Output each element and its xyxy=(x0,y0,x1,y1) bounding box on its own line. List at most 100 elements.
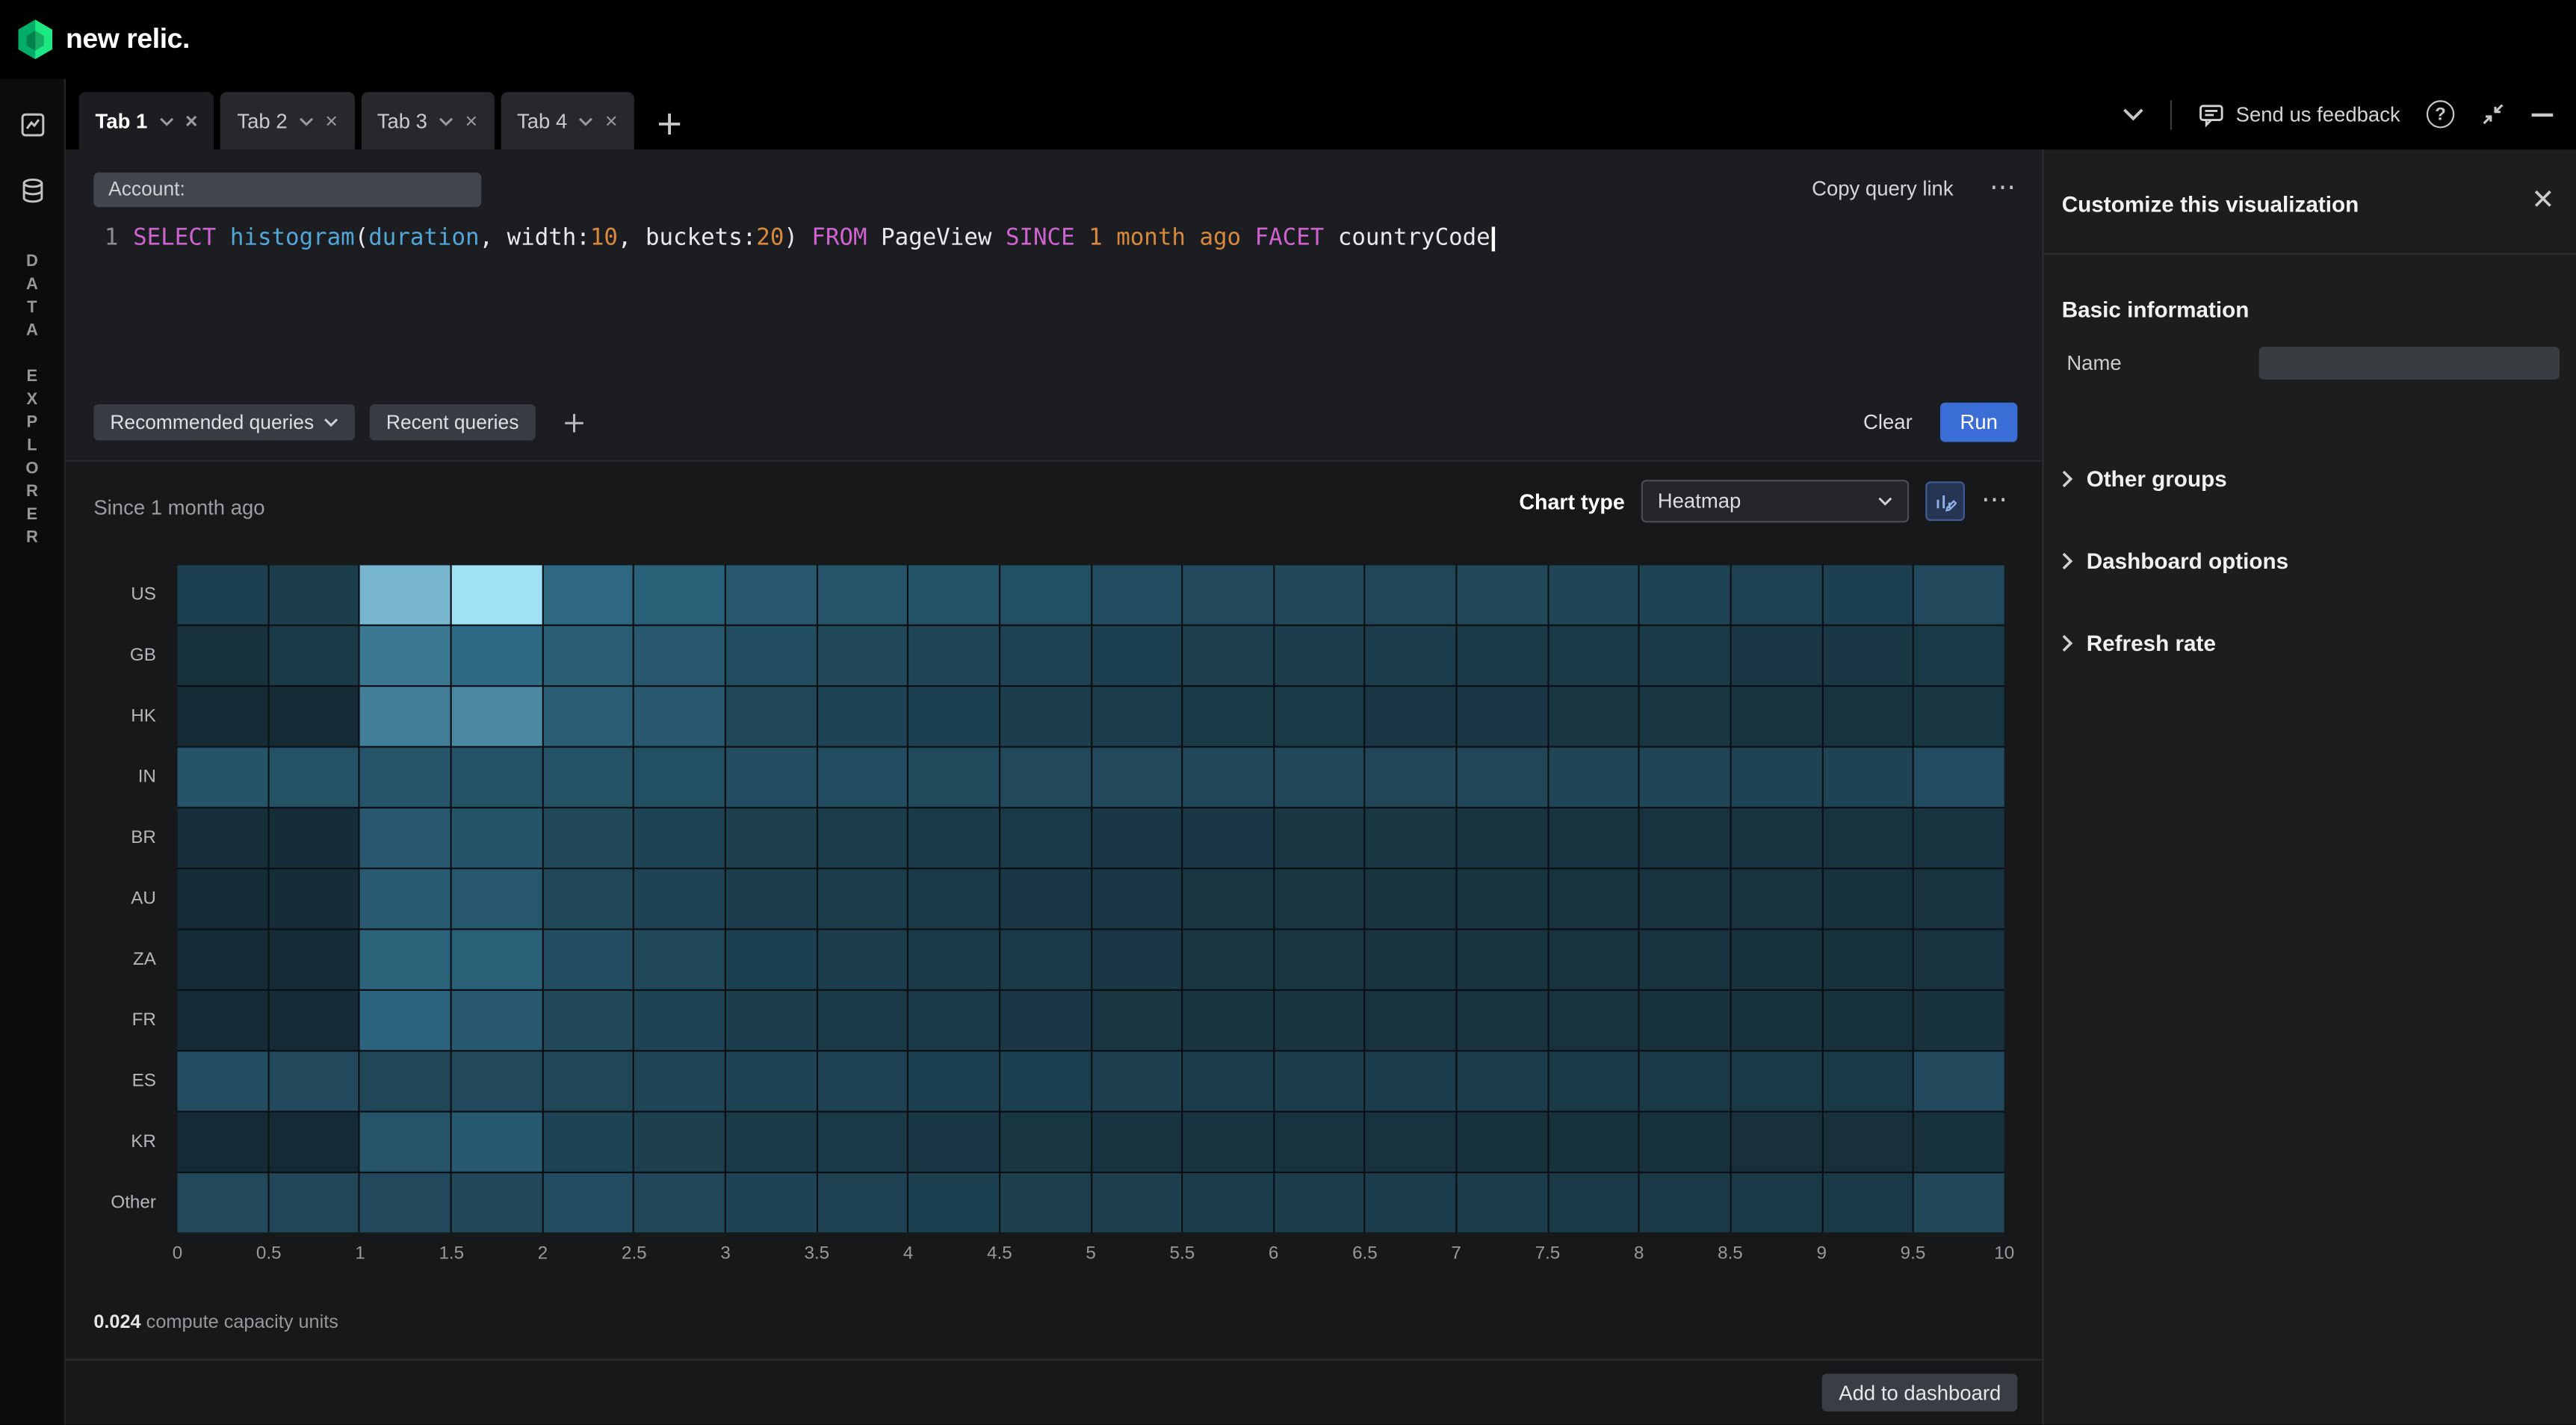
heatmap-cell-FR-9[interactable] xyxy=(1000,991,1090,1050)
heatmap-cell-GB-17[interactable] xyxy=(1732,626,1821,685)
heatmap-cell-Other-0[interactable] xyxy=(177,1173,267,1232)
heatmap-cell-US-6[interactable] xyxy=(726,565,816,624)
heatmap-cell-KR-1[interactable] xyxy=(269,1113,359,1172)
heatmap-cell-HK-2[interactable] xyxy=(360,687,450,746)
heatmap-cell-HK-11[interactable] xyxy=(1183,687,1273,746)
panel-section-refresh-rate[interactable]: Refresh rate xyxy=(2062,626,2560,659)
heatmap-cell-ZA-7[interactable] xyxy=(817,930,907,989)
heatmap-cell-ES-2[interactable] xyxy=(360,1051,450,1110)
heatmap-cell-HK-16[interactable] xyxy=(1640,687,1730,746)
heatmap-cell-FR-13[interactable] xyxy=(1366,991,1455,1050)
heatmap-cell-Other-6[interactable] xyxy=(726,1173,816,1232)
heatmap-cell-IN-15[interactable] xyxy=(1549,748,1638,807)
heatmap-cell-GB-1[interactable] xyxy=(269,626,359,685)
heatmap-cell-FR-6[interactable] xyxy=(726,991,816,1050)
heatmap-cell-US-2[interactable] xyxy=(360,565,450,624)
heatmap-cell-KR-7[interactable] xyxy=(817,1113,907,1172)
query-builder-icon[interactable] xyxy=(0,92,65,158)
heatmap-cell-BR-3[interactable] xyxy=(452,809,542,868)
heatmap-cell-AU-19[interactable] xyxy=(1915,869,2004,928)
collapse-window-icon[interactable] xyxy=(2480,102,2505,126)
heatmap-cell-KR-2[interactable] xyxy=(360,1113,450,1172)
heatmap-cell-BR-2[interactable] xyxy=(360,809,450,868)
heatmap-cell-US-0[interactable] xyxy=(177,565,267,624)
heatmap-cell-ES-0[interactable] xyxy=(177,1051,267,1110)
heatmap-cell-ES-10[interactable] xyxy=(1092,1051,1181,1110)
new-relic-logo[interactable]: new relic. xyxy=(18,19,190,59)
heatmap-cell-ES-17[interactable] xyxy=(1732,1051,1821,1110)
heatmap-cell-ZA-8[interactable] xyxy=(908,930,998,989)
heatmap-cell-FR-0[interactable] xyxy=(177,991,267,1050)
heatmap-cell-ZA-2[interactable] xyxy=(360,930,450,989)
heatmap-cell-ZA-12[interactable] xyxy=(1275,930,1364,989)
heatmap-cell-Other-14[interactable] xyxy=(1458,1173,1547,1232)
heatmap-cell-BR-18[interactable] xyxy=(1823,809,1913,868)
heatmap-cell-BR-12[interactable] xyxy=(1275,809,1364,868)
heatmap-cell-BR-15[interactable] xyxy=(1549,809,1638,868)
heatmap-cell-GB-7[interactable] xyxy=(817,626,907,685)
heatmap-cell-HK-14[interactable] xyxy=(1458,687,1547,746)
heatmap-cell-KR-4[interactable] xyxy=(543,1113,633,1172)
heatmap-cell-IN-8[interactable] xyxy=(908,748,998,807)
heatmap-cell-US-14[interactable] xyxy=(1458,565,1547,624)
heatmap-cell-ES-11[interactable] xyxy=(1183,1051,1273,1110)
heatmap-cell-KR-14[interactable] xyxy=(1458,1113,1547,1172)
heatmap-cell-GB-16[interactable] xyxy=(1640,626,1730,685)
heatmap-cell-US-11[interactable] xyxy=(1183,565,1273,624)
heatmap-cell-US-1[interactable] xyxy=(269,565,359,624)
heatmap-cell-GB-18[interactable] xyxy=(1823,626,1913,685)
heatmap-cell-ES-14[interactable] xyxy=(1458,1051,1547,1110)
heatmap-cell-ES-9[interactable] xyxy=(1000,1051,1090,1110)
heatmap-cell-KR-10[interactable] xyxy=(1092,1113,1181,1172)
heatmap-cell-AU-18[interactable] xyxy=(1823,869,1913,928)
heatmap-cell-AU-7[interactable] xyxy=(817,869,907,928)
heatmap-cell-IN-1[interactable] xyxy=(269,748,359,807)
heatmap-cell-HK-6[interactable] xyxy=(726,687,816,746)
heatmap-cell-BR-4[interactable] xyxy=(543,809,633,868)
heatmap-cell-Other-13[interactable] xyxy=(1366,1173,1455,1232)
heatmap-cell-ZA-6[interactable] xyxy=(726,930,816,989)
heatmap-cell-US-16[interactable] xyxy=(1640,565,1730,624)
tab-tab-3[interactable]: Tab 3× xyxy=(361,92,495,149)
heatmap-cell-ES-5[interactable] xyxy=(634,1051,724,1110)
tab-tab-4[interactable]: Tab 4× xyxy=(501,92,634,149)
heatmap-cell-ZA-11[interactable] xyxy=(1183,930,1273,989)
heatmap-cell-ES-1[interactable] xyxy=(269,1051,359,1110)
heatmap-cell-BR-10[interactable] xyxy=(1092,809,1181,868)
heatmap-cell-IN-13[interactable] xyxy=(1366,748,1455,807)
tab-chevron-down-icon[interactable] xyxy=(159,116,174,126)
heatmap-cell-FR-8[interactable] xyxy=(908,991,998,1050)
heatmap-cell-ZA-10[interactable] xyxy=(1092,930,1181,989)
heatmap-cell-US-9[interactable] xyxy=(1000,565,1090,624)
heatmap-cell-HK-17[interactable] xyxy=(1732,687,1821,746)
heatmap-cell-BR-19[interactable] xyxy=(1915,809,2004,868)
recent-queries-button[interactable]: Recent queries xyxy=(370,404,535,440)
heatmap-cell-BR-1[interactable] xyxy=(269,809,359,868)
heatmap-cell-GB-6[interactable] xyxy=(726,626,816,685)
heatmap-cell-AU-15[interactable] xyxy=(1549,869,1638,928)
heatmap-cell-KR-0[interactable] xyxy=(177,1113,267,1172)
heatmap-cell-HK-5[interactable] xyxy=(634,687,724,746)
heatmap-cell-KR-15[interactable] xyxy=(1549,1113,1638,1172)
heatmap-cell-ZA-17[interactable] xyxy=(1732,930,1821,989)
heatmap-cell-IN-0[interactable] xyxy=(177,748,267,807)
heatmap-cell-Other-11[interactable] xyxy=(1183,1173,1273,1232)
nrql-editor[interactable]: 1 SELECT histogram(duration, width:10, b… xyxy=(66,218,2042,399)
heatmap-cell-Other-7[interactable] xyxy=(817,1173,907,1232)
heatmap-cell-FR-3[interactable] xyxy=(452,991,542,1050)
heatmap-cell-AU-1[interactable] xyxy=(269,869,359,928)
chart-more-menu-icon[interactable]: ⋯ xyxy=(1981,488,2009,514)
heatmap-cell-US-7[interactable] xyxy=(817,565,907,624)
minimize-icon[interactable] xyxy=(2532,113,2554,116)
heatmap-cell-KR-3[interactable] xyxy=(452,1113,542,1172)
tab-chevron-down-icon[interactable] xyxy=(299,116,314,126)
heatmap-cell-BR-17[interactable] xyxy=(1732,809,1821,868)
add-query-icon[interactable] xyxy=(563,412,585,433)
heatmap-cell-US-10[interactable] xyxy=(1092,565,1181,624)
name-input[interactable] xyxy=(2259,347,2560,380)
heatmap-cell-Other-19[interactable] xyxy=(1915,1173,2004,1232)
heatmap-cell-FR-5[interactable] xyxy=(634,991,724,1050)
heatmap-cell-AU-11[interactable] xyxy=(1183,869,1273,928)
heatmap-cell-Other-8[interactable] xyxy=(908,1173,998,1232)
panel-section-other-groups[interactable]: Other groups xyxy=(2062,462,2560,495)
